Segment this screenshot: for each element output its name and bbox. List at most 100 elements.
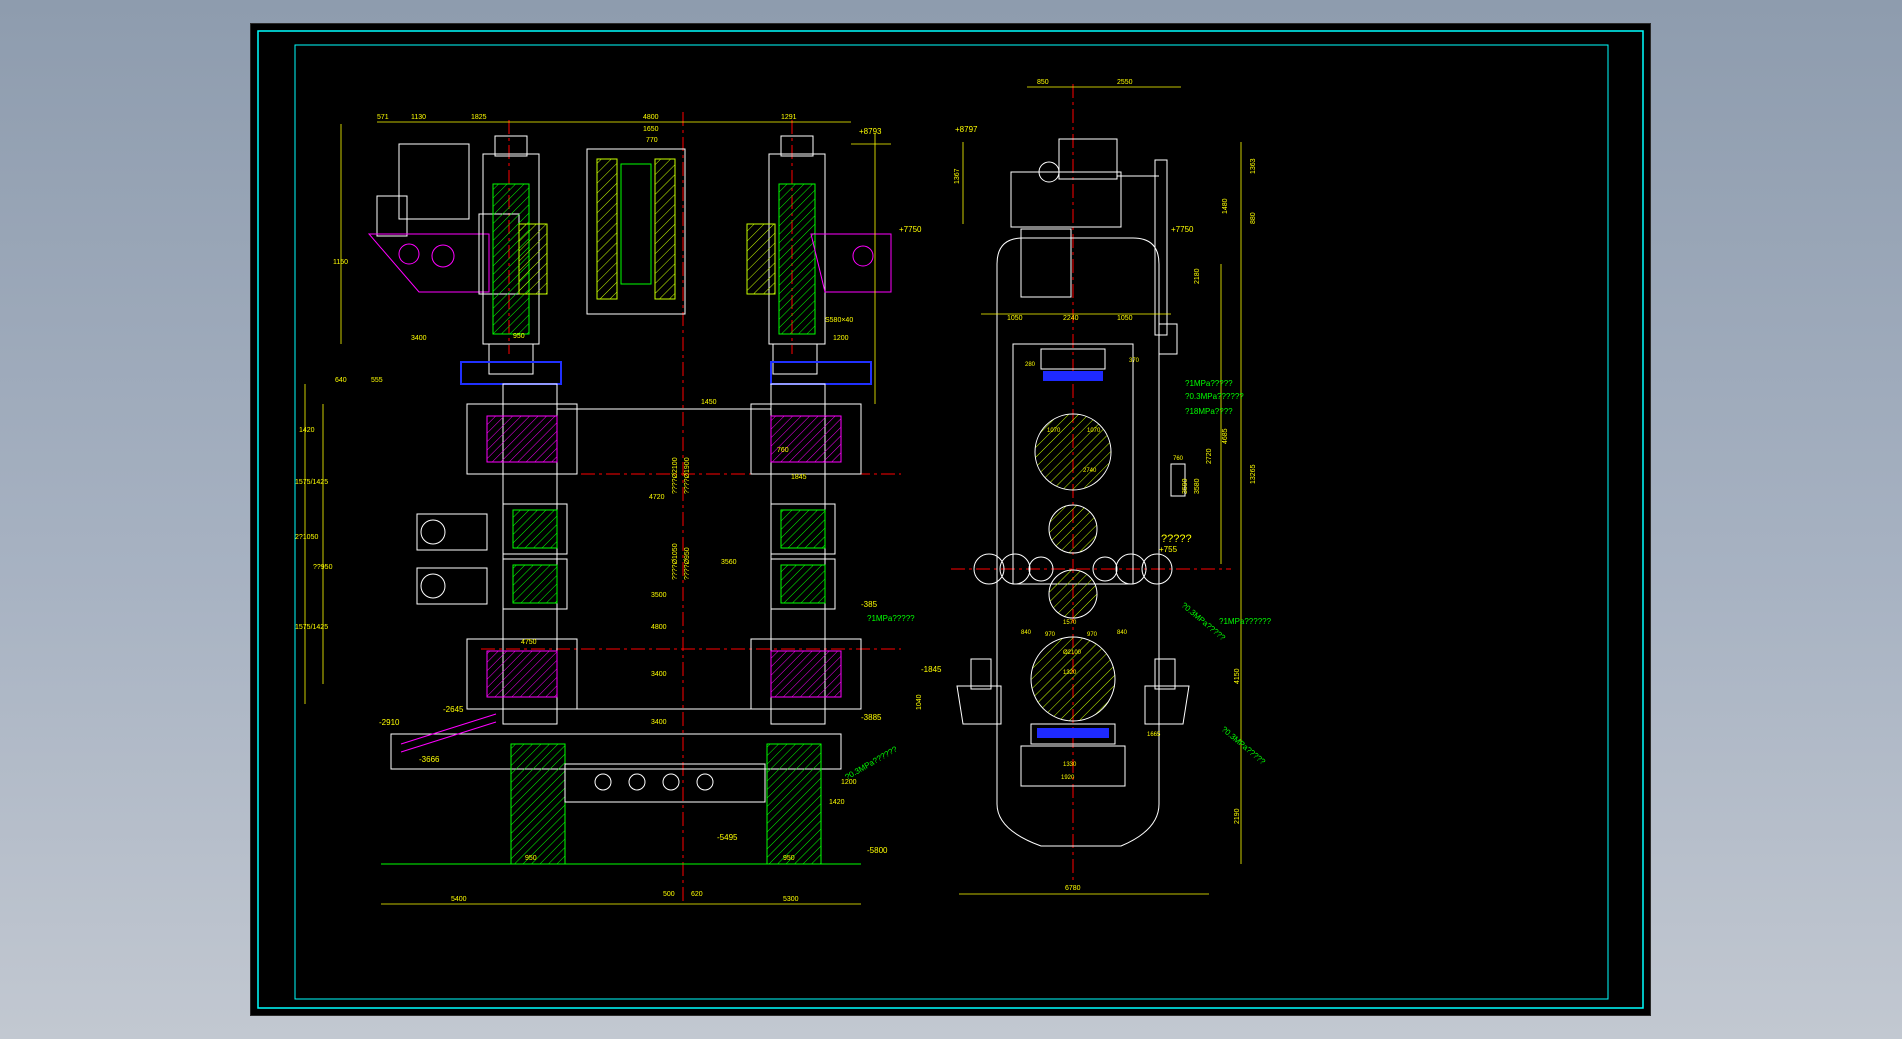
inner-1320: 1320 <box>1063 670 1077 676</box>
pressure-2: ?0.3MPa?????? <box>1185 392 1244 401</box>
inner-frame <box>294 44 1609 1000</box>
elev-3666: -3666 <box>419 755 440 764</box>
elev-2910: -2910 <box>379 718 400 727</box>
inner-970-a: 970 <box>1045 632 1056 638</box>
inner-370: 370 <box>1129 358 1140 364</box>
bolt-label: S580×40 <box>825 317 853 324</box>
pressure-4: ?1MPa????? <box>867 614 915 623</box>
side-elev-8797: +8797 <box>955 125 978 134</box>
dim-3400-lower: 3400 <box>651 671 667 678</box>
dim-3560: 3560 <box>721 559 737 566</box>
side-right-3590: 3590 <box>1182 478 1189 494</box>
dim-left-1150: 1150 <box>333 259 348 266</box>
inner-760: 760 <box>1173 456 1184 462</box>
dim-500: 500 <box>663 891 675 898</box>
dim-left-2x1050: 2?1050 <box>295 534 318 541</box>
side-right-880: 880 <box>1250 212 1257 224</box>
dim-3400-base: 3400 <box>651 719 667 726</box>
side-width-1050-right: 1050 <box>1117 315 1133 322</box>
side-right-13265: 13265 <box>1250 464 1257 484</box>
roll-label-1: ????Ø2100 <box>672 457 679 494</box>
dim-left-640: 640 <box>335 377 347 384</box>
inner-1070-b: 1070 <box>1087 428 1101 434</box>
front-view: 571 1130 1825 4800 1650 770 1291 1150 64… <box>295 112 922 905</box>
roll-label-4: ????Ø950 <box>684 547 691 580</box>
inner-d2100: Ø2100 <box>1063 650 1082 656</box>
dim-4800-top: 4800 <box>643 114 659 121</box>
side-left-1367: 1367 <box>954 168 961 184</box>
side-dim-2550: 2550 <box>1117 79 1133 86</box>
inner-1330: 1330 <box>1063 762 1077 768</box>
inner-1665: 1665 <box>1147 732 1161 738</box>
side-right-2180: 2180 <box>1194 268 1201 284</box>
elev-5495: -5495 <box>717 833 738 842</box>
roll-label-2: ????Ø1900 <box>684 457 691 494</box>
pressure-8: ?0.3MPa????? <box>1220 725 1268 767</box>
side-question: ????? <box>1161 533 1192 545</box>
dim-1845: 1845 <box>791 474 807 481</box>
inner-1070-a: 1070 <box>1047 428 1061 434</box>
cad-drawing: 571 1130 1825 4800 1650 770 1291 1150 64… <box>257 30 1644 1009</box>
pressure-1: ?1MPa????? <box>1185 379 1233 388</box>
roll-label-3: ????Ø1050 <box>672 543 679 580</box>
inner-1570: 1570 <box>1063 620 1077 626</box>
dim-770: 770 <box>646 137 658 144</box>
side-right-4150: 4150 <box>1234 668 1241 684</box>
side-right-4685: 4685 <box>1222 428 1229 444</box>
side-right-2720: 2720 <box>1206 448 1213 464</box>
dim-760: 760 <box>777 447 789 454</box>
inner-2740: 2740 <box>1083 468 1097 474</box>
dim-1130: 1130 <box>411 114 426 121</box>
outer-frame <box>257 30 1644 1009</box>
inner-840-b: 840 <box>1117 630 1128 636</box>
dim-1420-base: 1420 <box>829 799 845 806</box>
side-width-2240: 2240 <box>1063 315 1079 322</box>
side-dim-6780: 6780 <box>1065 885 1081 892</box>
dim-620: 620 <box>691 891 703 898</box>
dim-1450: 1450 <box>701 399 717 406</box>
elev-5800: -5800 <box>867 846 888 855</box>
elev-8793: +8793 <box>859 127 882 136</box>
elev-7750: +7750 <box>899 225 922 234</box>
side-dim-850: 850 <box>1037 79 1049 86</box>
elev-385: -385 <box>861 600 878 609</box>
dim-left-1420: 1420 <box>299 427 315 434</box>
inner-280: 280 <box>1025 362 1036 368</box>
dim-1200-a: 1200 <box>833 335 849 342</box>
dim-left-1575-a: 1575/1425 <box>295 479 328 486</box>
dim-left-1575-b: 1575/1425 <box>295 624 328 631</box>
dim-4720: 4720 <box>649 494 665 501</box>
side-width-1050-left: 1050 <box>1007 315 1023 322</box>
dim-571: 571 <box>377 114 389 121</box>
dim-3500: 3500 <box>651 592 667 599</box>
side-right-2190: 2190 <box>1234 808 1241 824</box>
dim-left-555: 555 <box>371 377 383 384</box>
dim-1650: 1650 <box>643 126 659 133</box>
pressure-3: ?18MPa???? <box>1185 407 1233 416</box>
dim-left-950: ??950 <box>313 564 333 571</box>
pressure-5: ?0.3MPa?????? <box>844 744 900 781</box>
side-elev-3885: -3885 <box>861 713 882 722</box>
dim-950-left: 950 <box>525 855 537 862</box>
side-right-1480: 1480 <box>1222 198 1229 214</box>
dim-1291: 1291 <box>781 114 797 121</box>
side-left-1040: 1040 <box>916 694 923 710</box>
side-elev-755: +755 <box>1159 545 1178 554</box>
side-right-1363: 1363 <box>1250 158 1257 174</box>
side-elev-1845: -1845 <box>921 665 942 674</box>
dim-4750: 4750 <box>521 639 537 646</box>
dim-5300: 5300 <box>783 896 799 903</box>
side-view: 850 2550 +8797 +7750 +755 -1845 -3885 10… <box>844 79 1272 895</box>
pressure-6: ?1MPa?????? <box>1219 617 1272 626</box>
side-right-3580: 3580 <box>1194 478 1201 494</box>
inner-970-b: 970 <box>1087 632 1098 638</box>
dim-950: 950 <box>513 333 525 340</box>
cad-drawing-sheet: 571 1130 1825 4800 1650 770 1291 1150 64… <box>251 24 1650 1015</box>
side-elev-7750: +7750 <box>1171 225 1194 234</box>
dim-5400: 5400 <box>451 896 467 903</box>
dim-4800-mid: 4800 <box>651 624 667 631</box>
inner-840-a: 840 <box>1021 630 1032 636</box>
dim-1825: 1825 <box>471 114 487 121</box>
elev-2645: -2645 <box>443 705 464 714</box>
dim-3400-upper: 3400 <box>411 335 427 342</box>
